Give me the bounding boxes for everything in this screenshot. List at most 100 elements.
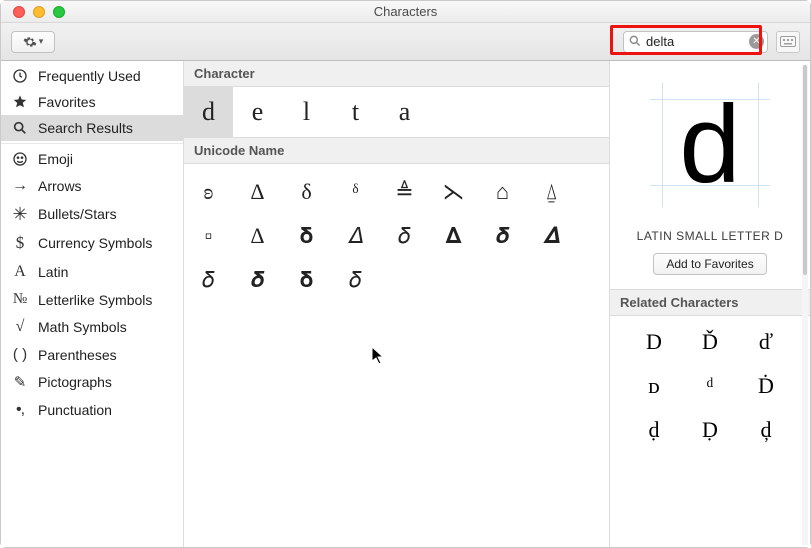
related-character[interactable]: Ď bbox=[682, 324, 738, 360]
related-character[interactable]: ḍ bbox=[626, 412, 682, 448]
sidebar-item-label: Favorites bbox=[38, 94, 96, 110]
sidebar-item-label: Bullets/Stars bbox=[38, 206, 117, 222]
character-results-row: delta bbox=[184, 87, 609, 137]
detail-panel: d LATIN SMALL LETTER D Add to Favorites … bbox=[610, 61, 810, 547]
unicode-result[interactable]: 𝚫 bbox=[429, 214, 478, 258]
sidebar-item-parentheses[interactable]: ( ) Parentheses bbox=[1, 341, 183, 368]
action-menu-button[interactable]: ▾ bbox=[11, 31, 55, 53]
math-icon: √ bbox=[11, 318, 29, 336]
sidebar-item-frequently-used[interactable]: Frequently Used bbox=[1, 63, 183, 89]
search-input[interactable] bbox=[623, 31, 768, 53]
bullets-icon: ✳︎ bbox=[11, 205, 29, 223]
related-characters-header: Related Characters bbox=[610, 289, 810, 316]
related-character[interactable]: ḑ bbox=[738, 412, 794, 448]
unicode-result[interactable]: 𝛅 bbox=[282, 258, 331, 302]
minimize-window-button[interactable] bbox=[33, 6, 45, 18]
sidebar-separator bbox=[1, 143, 183, 144]
sidebar-item-label: Emoji bbox=[38, 151, 73, 167]
sidebar-item-pictographs[interactable]: ✎ Pictographs bbox=[1, 368, 183, 396]
sidebar-item-bullets-stars[interactable]: ✳︎ Bullets/Stars bbox=[1, 200, 183, 228]
clear-search-button[interactable]: ✕ bbox=[749, 34, 764, 49]
unicode-result[interactable]: ⋋ bbox=[429, 170, 478, 214]
unicode-result[interactable]: 𝛿 bbox=[184, 258, 233, 302]
window-title: Characters bbox=[1, 4, 810, 19]
related-character[interactable]: Ḍ bbox=[682, 412, 738, 448]
title-bar: Characters bbox=[1, 1, 810, 23]
sidebar-item-math-symbols[interactable]: √Math Symbols bbox=[1, 313, 183, 341]
latin-icon: A bbox=[11, 263, 29, 281]
zoom-window-button[interactable] bbox=[53, 6, 65, 18]
character-result[interactable]: l bbox=[282, 87, 331, 137]
star-icon bbox=[11, 94, 29, 110]
character-section-header: Character bbox=[184, 61, 609, 87]
window-controls bbox=[13, 6, 65, 18]
related-character[interactable]: ᵈ bbox=[682, 368, 738, 404]
chevron-down-icon: ▾ bbox=[39, 36, 44, 47]
sidebar-item-latin[interactable]: A Latin bbox=[1, 258, 183, 286]
clock-icon bbox=[11, 68, 29, 84]
character-result[interactable]: e bbox=[233, 87, 282, 137]
sidebar-item-search-results[interactable]: Search Results bbox=[1, 115, 183, 141]
sidebar-item-currency-symbols[interactable]: $ Currency Symbols bbox=[1, 228, 183, 258]
unicode-result[interactable]: ⌂ bbox=[478, 170, 527, 214]
parentheses-icon: ( ) bbox=[11, 346, 29, 363]
sidebar-item-label: Punctuation bbox=[38, 402, 112, 418]
search-icon bbox=[628, 34, 642, 53]
sidebar-item-letterlike-symbols[interactable]: № Letterlike Symbols bbox=[1, 286, 183, 313]
preview-glyph: d bbox=[679, 90, 740, 200]
sidebar-item-label: Arrows bbox=[38, 178, 82, 194]
character-result[interactable]: d bbox=[184, 87, 233, 137]
sidebar-item-arrows[interactable]: → Arrows bbox=[1, 172, 183, 200]
sidebar-item-label: Letterlike Symbols bbox=[38, 292, 152, 308]
unicode-result[interactable]: 𝛥 bbox=[331, 214, 380, 258]
keyboard-icon bbox=[780, 36, 796, 47]
related-character[interactable]: Ḋ bbox=[738, 368, 794, 404]
arrow-icon: → bbox=[11, 177, 29, 195]
unicode-result[interactable]: ≜ bbox=[380, 170, 429, 214]
unicode-result[interactable]: 𝜹 bbox=[233, 258, 282, 302]
close-window-button[interactable] bbox=[13, 6, 25, 18]
pictographs-icon: ✎ bbox=[11, 373, 29, 391]
sidebar-item-label: Currency Symbols bbox=[38, 235, 152, 251]
unicode-result[interactable]: 𝜟 bbox=[527, 214, 576, 258]
letterlike-icon: № bbox=[11, 291, 29, 308]
unicode-result[interactable]: ▫ bbox=[184, 214, 233, 258]
character-result[interactable]: t bbox=[331, 87, 380, 137]
related-character[interactable]: ď bbox=[738, 324, 794, 360]
unicode-result[interactable]: ᵟ bbox=[331, 170, 380, 214]
related-character[interactable]: ᴅ bbox=[626, 368, 682, 404]
add-to-favorites-button[interactable]: Add to Favorites bbox=[653, 253, 766, 275]
sidebar-item-label: Pictographs bbox=[38, 374, 112, 390]
sidebar-item-favorites[interactable]: Favorites bbox=[1, 89, 183, 115]
emoji-icon bbox=[11, 151, 29, 167]
unicode-results-grid: ʚΔδᵟ≜⋋⌂⍙▫∆𝛅𝛥𝛿𝚫𝜹𝜟𝛿𝜹𝛅𝛿 bbox=[184, 164, 609, 547]
unicode-name-section-header: Unicode Name bbox=[184, 137, 609, 164]
character-name-label: LATIN SMALL LETTER D bbox=[610, 221, 810, 253]
unicode-result[interactable]: 𝛿 bbox=[380, 214, 429, 258]
unicode-result[interactable]: ∆ bbox=[233, 214, 282, 258]
unicode-result[interactable]: δ bbox=[282, 170, 331, 214]
unicode-result[interactable]: ⍙ bbox=[527, 170, 576, 214]
related-character[interactable]: D bbox=[626, 324, 682, 360]
detail-scrollbar[interactable] bbox=[802, 65, 808, 545]
sidebar-item-emoji[interactable]: Emoji bbox=[1, 146, 183, 172]
close-icon: ✕ bbox=[752, 36, 760, 47]
currency-icon: $ bbox=[11, 233, 29, 253]
results-panel: Character delta Unicode Name ʚΔδᵟ≜⋋⌂⍙ ▫∆𝛅… bbox=[184, 61, 610, 547]
unicode-result[interactable]: 𝛿 bbox=[331, 258, 380, 302]
sidebar-item-label: Parentheses bbox=[38, 347, 117, 363]
punctuation-icon: •, bbox=[11, 401, 29, 419]
category-sidebar: Frequently Used Favorites Search Results E… bbox=[1, 61, 184, 547]
sidebar-item-label: Search Results bbox=[38, 120, 133, 136]
search-icon bbox=[11, 120, 29, 136]
unicode-result[interactable]: Δ bbox=[233, 170, 282, 214]
search-field-container: ✕ bbox=[623, 31, 768, 53]
unicode-result[interactable]: ʚ bbox=[184, 170, 233, 214]
sidebar-item-label: Latin bbox=[38, 264, 68, 280]
sidebar-item-punctuation[interactable]: •, Punctuation bbox=[1, 396, 183, 424]
unicode-result[interactable]: 𝜹 bbox=[478, 214, 527, 258]
character-result[interactable]: a bbox=[380, 87, 429, 137]
unicode-result[interactable]: 𝛅 bbox=[282, 214, 331, 258]
related-characters-grid: DĎď ᴅᵈḊḍḌḑ bbox=[610, 316, 810, 456]
keyboard-viewer-button[interactable] bbox=[776, 31, 800, 53]
